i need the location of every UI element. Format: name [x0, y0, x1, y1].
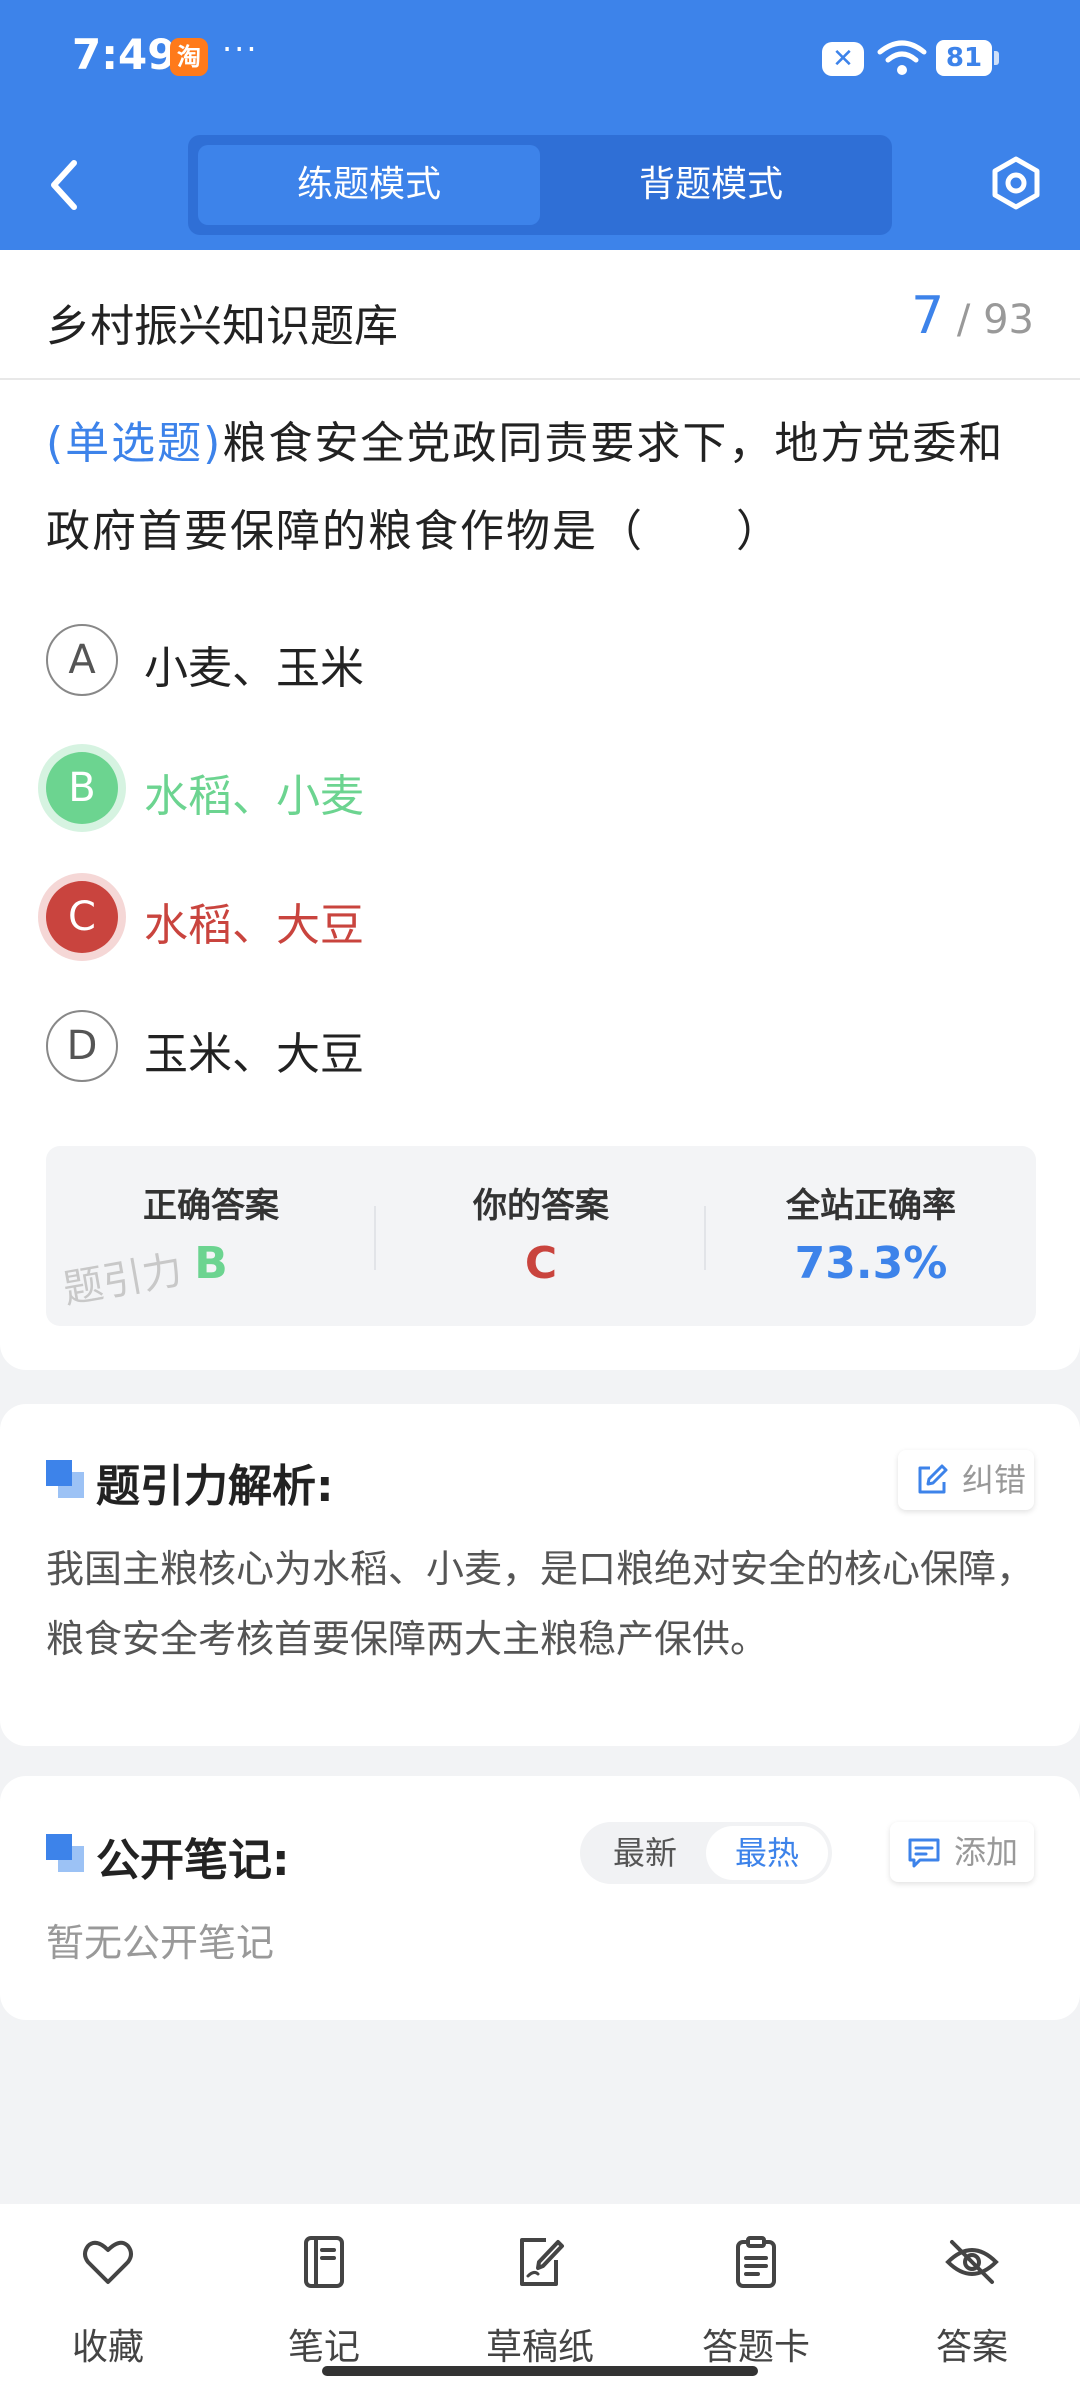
report-error-label: 纠错 [962, 1461, 1027, 1499]
notes-card: 公开笔记: 最新 最热 添加 暂无公开笔记 [0, 1776, 1080, 2020]
your-answer-col: 你的答案 C [376, 1146, 706, 1326]
more-notifications-icon: ··· [222, 30, 259, 68]
settings-icon[interactable] [988, 155, 1044, 211]
correct-answer-label: 正确答案 [143, 1186, 279, 1226]
your-answer-value: C [524, 1238, 558, 1289]
analysis-title: 题引力解析: [96, 1461, 334, 1512]
accuracy-label: 全站正确率 [786, 1186, 956, 1226]
status-bar: 7:49 淘 ··· ✕ 81 [0, 0, 1080, 120]
option-b[interactable]: B 水稻、小麦 [46, 748, 1026, 828]
tab-practice-mode[interactable]: 练题模式 [198, 145, 540, 225]
analysis-text: 我国主粮核心为水稻、小麦，是口粮绝对安全的核心保障，粮食安全考核首要保障两大主粮… [46, 1547, 1035, 1661]
answer-summary: 正确答案 B 你的答案 C 全站正确率 73.3% 题引力 [46, 1146, 1036, 1326]
your-answer-label: 你的答案 [473, 1186, 609, 1226]
notes-sort-tabs: 最新 最热 [580, 1822, 832, 1884]
current-question-number: 7 [911, 286, 945, 346]
eye-off-icon [945, 2240, 999, 2284]
tab-memorize-mode[interactable]: 背题模式 [540, 145, 882, 225]
section-square-icon [46, 1460, 84, 1498]
status-time: 7:49 [72, 30, 177, 79]
notes-title: 公开笔记: [96, 1835, 290, 1886]
question-bank-title: 乡村振兴知识题库 [46, 301, 398, 352]
option-letter: B [46, 752, 118, 824]
notification-x-icon: ✕ [822, 42, 864, 76]
option-text: 水稻、大豆 [144, 900, 364, 951]
draft-paper-label: 草稿纸 [485, 2327, 594, 2368]
option-letter: D [46, 1010, 118, 1082]
add-note-label: 添加 [954, 1833, 1019, 1871]
answer-card-icon [736, 2236, 776, 2288]
divider [0, 378, 1080, 380]
sort-latest-tab[interactable]: 最新 [584, 1822, 706, 1884]
option-text: 小麦、玉米 [144, 643, 364, 694]
draft-paper-button[interactable]: 草稿纸 [432, 2226, 648, 2376]
favorite-label: 收藏 [71, 2327, 144, 2368]
option-letter: C [46, 881, 118, 953]
favorite-button[interactable]: 收藏 [0, 2226, 216, 2376]
notes-label: 笔记 [287, 2327, 360, 2368]
notes-button[interactable]: 笔记 [216, 2226, 432, 2376]
mode-switch: 练题模式 背题模式 [188, 135, 892, 235]
back-icon[interactable] [40, 155, 90, 215]
sort-hottest-tab[interactable]: 最热 [706, 1826, 828, 1880]
section-square-icon [46, 1834, 84, 1872]
question-counter: 7 / 93 [911, 286, 1034, 346]
bottom-toolbar: 收藏 笔记 草稿纸 答题卡 答案 [0, 2204, 1080, 2400]
option-a[interactable]: A 小麦、玉米 [46, 620, 1026, 700]
heart-icon [83, 2240, 133, 2284]
total-question-count: 93 [983, 297, 1034, 343]
analysis-card: 题引力解析: 纠错 我国主粮核心为水稻、小麦，是口粮绝对安全的核心保障，粮食安全… [0, 1404, 1080, 1746]
answer-card-button[interactable]: 答题卡 [648, 2226, 864, 2376]
add-note-button[interactable]: 添加 [890, 1822, 1034, 1882]
question-card: 乡村振兴知识题库 7 / 93 (单选题)粮食安全党政同责要求下，地方党委和政府… [0, 250, 1080, 1370]
notebook-icon [304, 2236, 344, 2288]
question-type: (单选题) [46, 418, 223, 469]
show-answer-button[interactable]: 答案 [864, 2226, 1080, 2376]
option-letter: A [46, 624, 118, 696]
header: 7:49 淘 ··· ✕ 81 练题模式 背题模式 [0, 0, 1080, 250]
wifi-icon [877, 40, 927, 75]
accuracy-col: 全站正确率 73.3% [706, 1146, 1036, 1326]
option-text: 水稻、小麦 [144, 771, 364, 822]
home-indicator [322, 2366, 758, 2376]
option-text: 玉米、大豆 [144, 1029, 364, 1080]
report-error-button[interactable]: 纠错 [898, 1450, 1034, 1510]
question-stem: (单选题)粮食安全党政同责要求下，地方党委和政府首要保障的粮食作物是（ ） [46, 400, 1036, 576]
edit-icon [918, 1464, 948, 1494]
comment-icon [908, 1838, 940, 1868]
taobao-icon: 淘 [170, 38, 208, 76]
show-answer-label: 答案 [935, 2327, 1008, 2368]
option-c[interactable]: C 水稻、大豆 [46, 877, 1026, 957]
draft-icon [520, 2238, 564, 2286]
answer-card-label: 答题卡 [701, 2327, 810, 2368]
counter-separator: / [956, 297, 971, 343]
battery-indicator: 81 [936, 40, 999, 76]
accuracy-value: 73.3% [794, 1238, 948, 1289]
option-d[interactable]: D 玉米、大豆 [46, 1006, 1026, 1086]
empty-notes-text: 暂无公开笔记 [46, 1921, 275, 1965]
